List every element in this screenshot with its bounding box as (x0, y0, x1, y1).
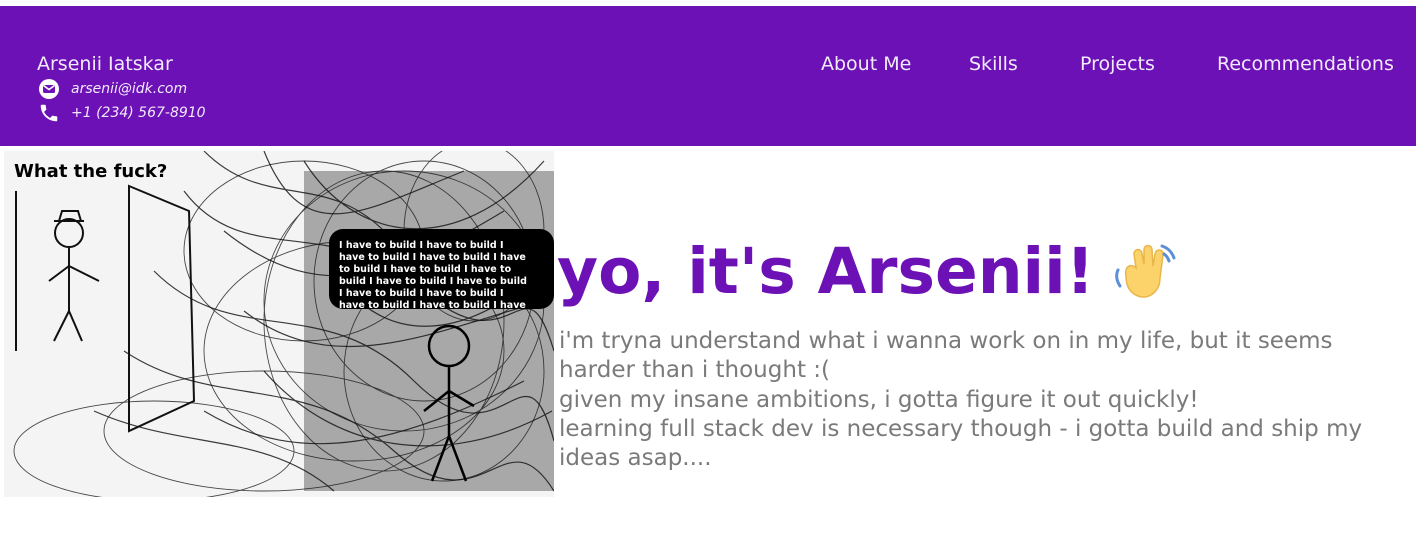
comic-drawing: I have to build I have to build I have t… (4, 151, 554, 497)
hero-line-2: given my insane ambitions, i gotta figur… (559, 386, 1199, 413)
speech-line-1: I have to build I have to build I (339, 240, 504, 251)
speech-line-3: to build I have to build I have to (339, 264, 512, 275)
speech-line-2: have to build I have to build I have (339, 252, 526, 263)
phone-contact[interactable]: +1 (234) 567-8910 (37, 102, 206, 124)
hero-description: i'm tryna understand what i wanna work o… (559, 327, 1409, 473)
email-text: arsenii@idk.com (71, 81, 188, 97)
hero-title-text: yo, it's Arsenii! (557, 235, 1095, 308)
waving-hand-icon (1112, 240, 1176, 304)
hero-line-1: i'm tryna understand what i wanna work o… (559, 328, 1333, 384)
speech-line-6: have to build I have to build I have (339, 300, 526, 311)
site-header: Arsenii Iatskar arsenii@idk.com +1 (234)… (0, 6, 1416, 146)
nav-about-me[interactable]: About Me (821, 53, 911, 75)
nav-skills[interactable]: Skills (969, 53, 1018, 75)
nav-recommendations[interactable]: Recommendations (1217, 53, 1394, 75)
hero-comic-image: I have to build I have to build I have t… (4, 151, 554, 497)
speech-line-5: I have to build I have to build I (339, 288, 504, 299)
phone-icon (37, 102, 61, 124)
nav-projects[interactable]: Projects (1080, 53, 1155, 75)
phone-text: +1 (234) 567-8910 (71, 105, 206, 121)
main-nav: About Me Skills Projects Recommendations (0, 53, 1416, 83)
hero-title: yo, it's Arsenii! (557, 232, 1176, 312)
speech-line-4: build I have to build I have to build (339, 276, 527, 287)
comic-caption: What the fuck? (14, 161, 167, 182)
hero-line-3: learning full stack dev is necessary tho… (559, 415, 1363, 472)
